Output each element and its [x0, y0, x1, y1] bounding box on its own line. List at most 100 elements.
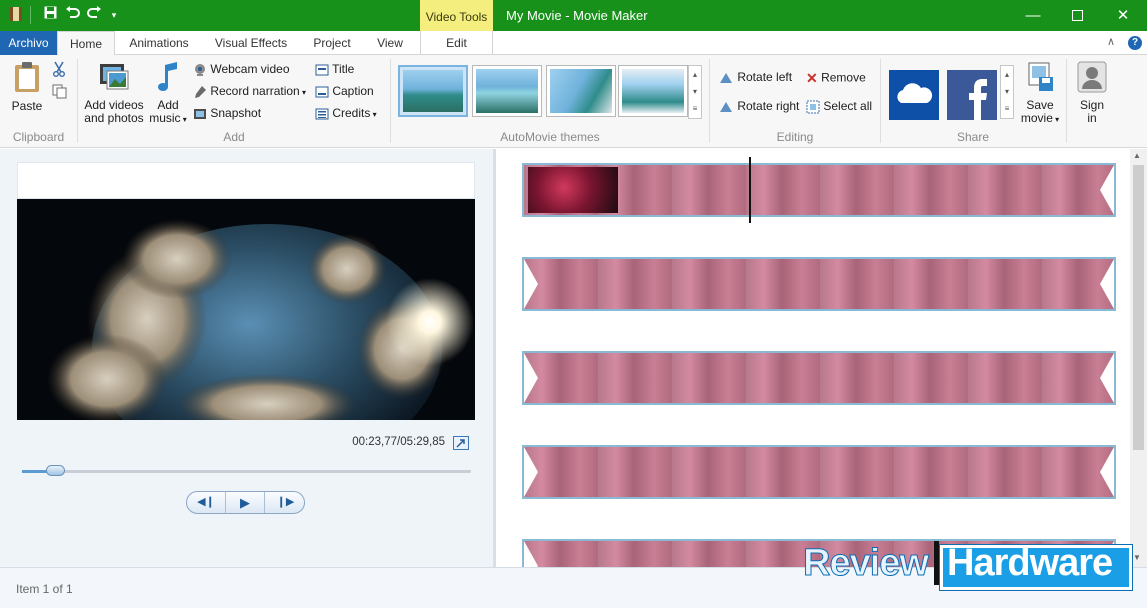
scroll-up-icon[interactable]: ▴: [689, 66, 701, 83]
dropdown-arrow-icon: ▾: [1052, 115, 1060, 124]
dropdown-arrow-icon: ▾: [299, 88, 306, 97]
scrollbar-thumb[interactable]: [1133, 165, 1144, 450]
close-icon[interactable]: ✕: [1100, 0, 1146, 31]
clip-row-2[interactable]: [522, 257, 1116, 311]
paste-label: Paste: [11, 99, 43, 113]
rotate-left-label: Rotate left: [737, 70, 793, 84]
scroll-down-icon[interactable]: ▼: [1133, 553, 1141, 562]
earth-image: [17, 199, 475, 420]
snapshot-label: Snapshot: [210, 106, 262, 120]
clip-row-4[interactable]: [522, 445, 1116, 499]
tab-edit[interactable]: Edit: [420, 31, 493, 55]
save-icon[interactable]: [42, 6, 58, 24]
rotate-left-button[interactable]: Rotate left: [718, 70, 792, 86]
ribbon: Paste Clipboard Add videos and photos Ad…: [0, 55, 1147, 148]
clip-row-3[interactable]: [522, 351, 1116, 405]
add-videos-and-photos-button[interactable]: Add videos and photos: [82, 61, 146, 125]
remove-icon: ✕: [806, 70, 818, 86]
play-icon[interactable]: ▶: [226, 492, 265, 513]
maximize-icon[interactable]: [1054, 0, 1100, 31]
add-music-label-2: music: [149, 111, 181, 125]
share-group-label: Share: [956, 130, 990, 144]
seek-thumb[interactable]: [46, 465, 65, 476]
tab-animations[interactable]: Animations: [120, 31, 198, 55]
scroll-up-icon[interactable]: ▲: [1133, 151, 1141, 160]
redo-icon[interactable]: [86, 6, 102, 24]
title-label: Title: [332, 62, 355, 76]
music-note-icon: [158, 62, 177, 91]
tab-project[interactable]: Project: [304, 31, 360, 55]
watermark-divider: [934, 541, 939, 585]
paste-button[interactable]: Paste: [10, 61, 44, 113]
sign-in-label-2: in: [1087, 111, 1097, 125]
customize-quick-access-icon[interactable]: ▾: [106, 6, 122, 24]
cut-icon[interactable]: [52, 61, 66, 80]
film-photo-icon: [100, 64, 129, 90]
next-frame-icon[interactable]: ❙▶: [266, 492, 304, 513]
title-button[interactable]: Title: [315, 62, 354, 78]
record-narration-label: Record narration: [210, 84, 300, 98]
tab-visual-effects[interactable]: Visual Effects: [206, 31, 296, 55]
scroll-down-icon[interactable]: ▾: [1001, 83, 1013, 100]
remove-button[interactable]: ✕ Remove: [806, 70, 866, 86]
microphone-icon: [195, 85, 206, 98]
minimize-icon[interactable]: —: [1010, 0, 1056, 31]
tab-home[interactable]: Home: [57, 31, 115, 56]
seek-bar[interactable]: [22, 470, 471, 473]
clip-row-1[interactable]: [522, 163, 1116, 217]
share-gallery-scroll[interactable]: ▴ ▾ ≡: [1000, 65, 1014, 119]
automovie-theme-2[interactable]: [472, 65, 542, 117]
rotate-right-button[interactable]: Rotate right: [718, 99, 799, 115]
remove-label: Remove: [821, 70, 866, 85]
previous-frame-icon[interactable]: ◀❙: [187, 492, 226, 513]
add-music-button[interactable]: Add music ▾: [148, 61, 188, 126]
preview-letterbox: [17, 162, 475, 199]
record-narration-button[interactable]: Record narration ▾: [193, 84, 306, 100]
automovie-theme-1[interactable]: [398, 65, 468, 117]
fullscreen-preview-icon[interactable]: [453, 436, 469, 450]
video-preview[interactable]: [17, 199, 475, 420]
credits-icon: [315, 108, 329, 120]
playhead[interactable]: [749, 157, 751, 223]
app-icon[interactable]: [8, 6, 24, 24]
caption-label: Caption: [332, 84, 374, 98]
webcam-icon: [195, 63, 205, 76]
webcam-video-label: Webcam video: [210, 62, 290, 76]
user-icon: [1077, 61, 1107, 93]
ribbon-tabs: Archivo Home Animations Visual Effects P…: [0, 31, 1147, 56]
facebook-share-button[interactable]: [947, 70, 997, 120]
add-videos-label-2: and photos: [84, 111, 144, 125]
gallery-more-icon[interactable]: ≡: [689, 100, 701, 117]
sign-in-button[interactable]: Sign in: [1073, 61, 1111, 125]
title-icon: [315, 64, 329, 76]
playback-controls: ◀❙ ▶ ❙▶: [186, 491, 305, 514]
clipboard-group-label: Clipboard: [12, 130, 65, 144]
scroll-down-icon[interactable]: ▾: [689, 83, 701, 100]
minimize-ribbon-icon[interactable]: ∧: [1107, 35, 1115, 48]
tab-view[interactable]: View: [366, 31, 414, 55]
save-movie-button[interactable]: Save movie ▾: [1019, 61, 1061, 126]
tab-archivo[interactable]: Archivo: [0, 31, 57, 55]
status-item-count: Item 1 of 1: [16, 582, 73, 596]
storyboard: [496, 149, 1130, 567]
undo-icon[interactable]: [64, 6, 80, 24]
onedrive-icon: [897, 83, 933, 103]
select-all-button[interactable]: Select all: [806, 99, 872, 115]
automovie-theme-4[interactable]: [618, 65, 688, 117]
themes-gallery-scroll[interactable]: ▴ ▾ ≡: [688, 65, 702, 119]
caption-button[interactable]: Caption: [315, 84, 374, 100]
snapshot-icon: [194, 108, 206, 119]
clip-thumbnail: [528, 167, 618, 213]
onedrive-share-button[interactable]: [889, 70, 939, 120]
copy-icon[interactable]: [52, 84, 67, 102]
watermark-review: Review: [803, 542, 930, 585]
scroll-up-icon[interactable]: ▴: [1001, 66, 1013, 83]
automovie-theme-3[interactable]: [546, 65, 616, 117]
webcam-video-button[interactable]: Webcam video: [193, 62, 290, 78]
save-movie-icon: [1028, 62, 1053, 91]
snapshot-button[interactable]: Snapshot: [193, 106, 261, 122]
gallery-more-icon[interactable]: ≡: [1001, 100, 1013, 117]
help-icon[interactable]: ?: [1128, 36, 1142, 50]
window-title: My Movie - Movie Maker: [506, 8, 648, 23]
credits-button[interactable]: Credits ▾: [315, 106, 377, 122]
